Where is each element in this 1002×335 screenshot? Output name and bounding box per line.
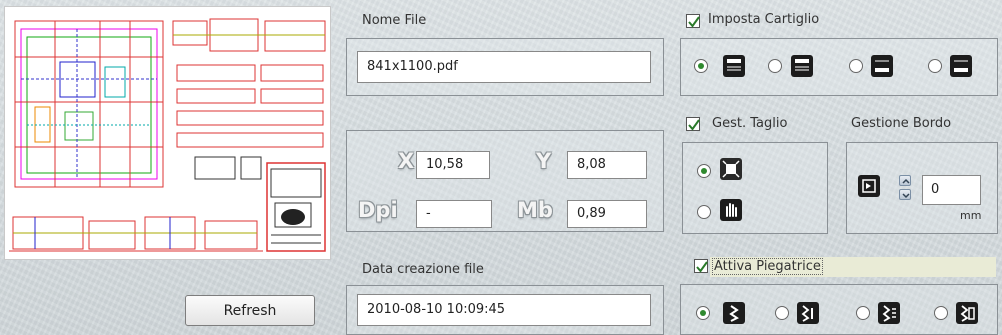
check-icon <box>696 261 708 273</box>
chevron-up-icon <box>902 178 910 184</box>
taglio-label: Gest. Taglio <box>712 116 788 131</box>
cartiglio-top-right-icon[interactable] <box>791 55 813 77</box>
fold-mode-4-icon[interactable] <box>956 302 978 324</box>
piegatrice-option-2-radio[interactable] <box>775 306 789 320</box>
cartiglio-option-2-radio[interactable] <box>768 59 782 73</box>
x-label: X <box>398 149 415 173</box>
taglio-manual-radio[interactable] <box>697 205 711 219</box>
piegatrice-option-4-radio[interactable] <box>934 306 948 320</box>
taglio-options-frame <box>682 142 828 234</box>
mb-field[interactable]: 0,89 <box>567 200 647 228</box>
file-date-label: Data creazione file <box>362 262 484 277</box>
manual-cut-icon[interactable] <box>720 199 742 221</box>
piegatrice-label: Attiva Piegatrice <box>712 258 823 275</box>
chevron-down-icon <box>902 193 910 199</box>
cartiglio-bottom-right-icon[interactable] <box>950 55 972 77</box>
x-field[interactable]: 10,58 <box>416 151 490 179</box>
y-field[interactable]: 8,08 <box>567 151 647 179</box>
cartiglio-top-left-icon[interactable] <box>723 55 745 77</box>
fold-mode-1-icon[interactable] <box>723 302 745 324</box>
file-date-field[interactable]: 2010-08-10 10:09:45 <box>357 294 651 326</box>
taglio-auto-radio[interactable] <box>697 164 711 178</box>
refresh-button[interactable]: Refresh <box>185 295 315 326</box>
file-name-label: Nome File <box>362 13 427 28</box>
taglio-checkbox[interactable] <box>686 117 700 131</box>
check-icon <box>688 119 700 131</box>
bordo-unit-label: mm <box>960 209 982 222</box>
piegatrice-option-3-radio[interactable] <box>856 306 870 320</box>
auto-cut-icon[interactable] <box>720 158 742 180</box>
mb-label: Mb <box>517 198 553 222</box>
check-icon <box>688 16 700 28</box>
bordo-decrement-button[interactable] <box>899 189 911 200</box>
cartiglio-option-1-radio[interactable] <box>694 59 708 73</box>
y-label: Y <box>536 149 552 173</box>
file-name-field[interactable]: 841x1100.pdf <box>357 51 651 83</box>
cartiglio-checkbox[interactable] <box>686 14 700 28</box>
cartiglio-label: Imposta Cartiglio <box>708 12 820 27</box>
piegatrice-checkbox[interactable] <box>694 259 708 273</box>
dpi-label: Dpi <box>358 198 398 222</box>
drawing-preview <box>4 6 331 260</box>
cad-drawing-thumbnail <box>9 18 326 252</box>
piegatrice-option-1-radio[interactable] <box>696 306 710 320</box>
fold-mode-3-icon[interactable] <box>878 302 900 324</box>
border-icon <box>858 175 880 197</box>
fold-mode-2-icon[interactable] <box>797 302 819 324</box>
bordo-value-field[interactable]: 0 <box>922 175 981 205</box>
dpi-field[interactable]: - <box>416 200 492 228</box>
cartiglio-option-4-radio[interactable] <box>928 59 942 73</box>
cartiglio-option-3-radio[interactable] <box>849 59 863 73</box>
bordo-label: Gestione Bordo <box>851 116 952 131</box>
cartiglio-bottom-left-icon[interactable] <box>871 55 893 77</box>
bordo-increment-button[interactable] <box>899 175 911 186</box>
